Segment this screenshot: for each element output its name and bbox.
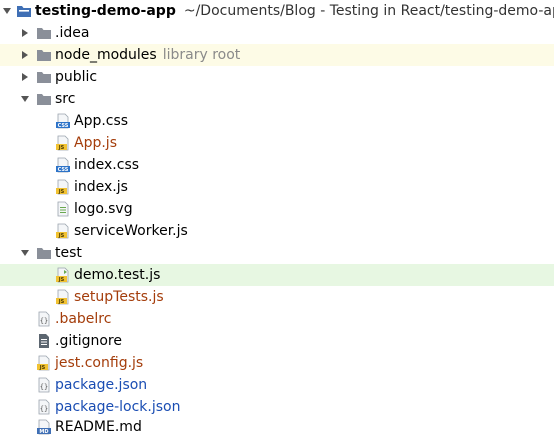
tree-item-label: README.md	[55, 419, 142, 435]
json-file-icon: {}	[36, 399, 52, 415]
folder-icon	[36, 245, 52, 261]
tree-item-label: demo.test.js	[74, 267, 161, 283]
project-name: testing-demo-app	[35, 3, 176, 19]
chevron-right-icon[interactable]	[18, 70, 32, 84]
js-file-icon: JS	[55, 289, 71, 305]
markdown-file-icon: MD	[36, 419, 52, 435]
svg-text:JS: JS	[39, 365, 46, 371]
tree-item-package-json[interactable]: {} package.json	[0, 374, 554, 396]
folder-icon	[36, 25, 52, 41]
tree-item-idea[interactable]: .idea	[0, 22, 554, 44]
json-file-icon: {}	[36, 311, 52, 327]
svg-text:JS: JS	[58, 233, 65, 239]
svg-text:CSS: CSS	[58, 167, 69, 173]
chevron-down-icon[interactable]	[18, 246, 32, 260]
tree-item-label: src	[55, 91, 76, 107]
svg-file-icon	[55, 201, 71, 217]
tree-item-label: logo.svg	[74, 201, 133, 217]
project-folder-icon	[16, 3, 32, 19]
svg-text:MD: MD	[39, 429, 48, 435]
folder-icon	[36, 69, 52, 85]
svg-text:{}: {}	[40, 405, 48, 413]
tree-item-label: serviceWorker.js	[74, 223, 188, 239]
tree-item-app-css[interactable]: CSS App.css	[0, 110, 554, 132]
chevron-down-icon[interactable]	[18, 92, 32, 106]
tree-item-index-js[interactable]: JS index.js	[0, 176, 554, 198]
tree-item-label: .idea	[55, 25, 90, 41]
tree-item-app-js[interactable]: JS App.js	[0, 132, 554, 154]
tree-item-label: .babelrc	[55, 311, 112, 327]
tree-item-package-lock-json[interactable]: {} package-lock.json	[0, 396, 554, 418]
svg-text:CSS: CSS	[58, 123, 69, 129]
svg-text:JS: JS	[58, 299, 65, 305]
js-file-icon: JS	[55, 223, 71, 239]
tree-item-public[interactable]: public	[0, 66, 554, 88]
css-file-icon: CSS	[55, 157, 71, 173]
tree-item-label: App.css	[74, 113, 129, 129]
svg-text:{}: {}	[40, 383, 48, 391]
chevron-right-icon[interactable]	[18, 48, 32, 62]
tree-item-setup-tests-js[interactable]: JS setupTests.js	[0, 286, 554, 308]
json-file-icon: {}	[36, 377, 52, 393]
tree-item-babelrc[interactable]: {} .babelrc	[0, 308, 554, 330]
tree-item-label: setupTests.js	[74, 289, 164, 305]
chevron-right-icon[interactable]	[18, 26, 32, 40]
svg-text:JS: JS	[58, 145, 65, 151]
svg-text:JS: JS	[58, 189, 65, 195]
css-file-icon: CSS	[55, 113, 71, 129]
tree-item-label: package.json	[55, 377, 148, 393]
chevron-down-icon[interactable]	[2, 4, 12, 18]
tree-item-readme-md[interactable]: MD README.md	[0, 416, 554, 438]
project-tree: testing-demo-app ~/Documents/Blog - Test…	[0, 0, 554, 438]
js-file-icon: JS	[55, 135, 71, 151]
js-file-icon: JS	[55, 179, 71, 195]
tree-item-label: node_modules	[55, 47, 157, 63]
tree-item-jest-config-js[interactable]: JS jest.config.js	[0, 352, 554, 374]
tree-item-label: package-lock.json	[55, 399, 181, 415]
tree-item-demo-test-js[interactable]: JS demo.test.js	[0, 264, 554, 286]
tree-item-label: jest.config.js	[55, 355, 144, 371]
library-root-hint: library root	[162, 47, 241, 63]
tree-root-row[interactable]: testing-demo-app ~/Documents/Blog - Test…	[0, 0, 554, 22]
tree-item-label: index.css	[74, 157, 140, 173]
tree-item-label: index.js	[74, 179, 128, 195]
tree-item-test[interactable]: test	[0, 242, 554, 264]
tree-item-label: App.js	[74, 135, 117, 151]
tree-item-label: .gitignore	[55, 333, 122, 349]
svg-text:JS: JS	[58, 277, 65, 283]
tree-item-src[interactable]: src	[0, 88, 554, 110]
folder-icon	[36, 47, 52, 63]
project-path: ~/Documents/Blog - Testing in React/test…	[183, 3, 554, 19]
tree-item-logo-svg[interactable]: logo.svg	[0, 198, 554, 220]
text-file-icon	[36, 333, 52, 349]
js-test-file-icon: JS	[55, 267, 71, 283]
tree-item-node-modules[interactable]: node_modules library root	[0, 44, 554, 66]
tree-item-service-worker-js[interactable]: JS serviceWorker.js	[0, 220, 554, 242]
js-file-icon: JS	[36, 355, 52, 371]
tree-item-index-css[interactable]: CSS index.css	[0, 154, 554, 176]
tree-item-label: public	[55, 69, 98, 85]
tree-item-label: test	[55, 245, 82, 261]
folder-icon	[36, 91, 52, 107]
svg-text:{}: {}	[40, 317, 48, 325]
tree-item-gitignore[interactable]: .gitignore	[0, 330, 554, 352]
